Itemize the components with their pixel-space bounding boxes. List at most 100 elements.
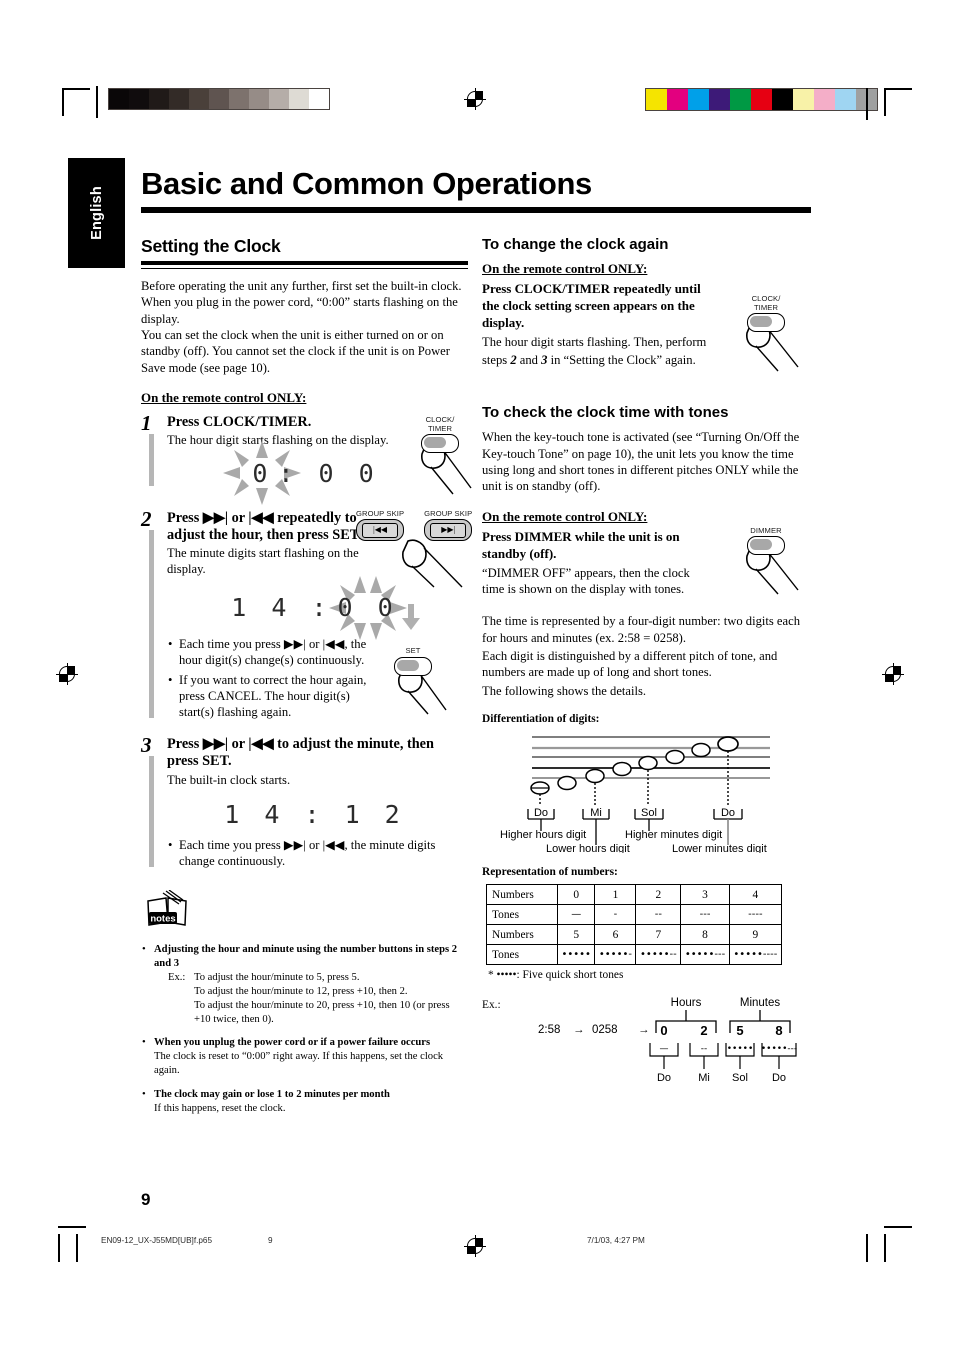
cell-number-0: 0 [556, 884, 596, 906]
example-tone-0: — [660, 1044, 669, 1054]
example-digit-2: 5 [736, 1023, 743, 1038]
cell-tone-3: --- [680, 904, 730, 926]
cell-number-5: 5 [556, 924, 596, 946]
color-swatch-2 [688, 89, 709, 110]
group-skip-back-group: GROUP SKIP |◀◀ [356, 509, 405, 542]
cell-tone-2: -- [635, 904, 682, 926]
gray-swatch-8 [269, 89, 289, 109]
note-1-example-text-3: To adjust the hour/minute to 20, press +… [194, 1000, 450, 1026]
gray-swatch-3 [169, 89, 189, 109]
skip-forward-button[interactable]: ▶▶| [424, 519, 473, 542]
sec1-body-1: The hour digit starts flashing. Then, pe… [482, 334, 707, 349]
note-3-heading: The clock may gain or lose 1 to 2 minute… [154, 1088, 390, 1100]
group-skip-forward-group: GROUP SKIP ▶▶| [424, 509, 473, 542]
page-title: Basic and Common Operations [141, 166, 592, 201]
registration-mark-right [882, 663, 904, 685]
set-button[interactable] [394, 656, 432, 676]
notes-icon: notes [147, 889, 187, 926]
table-row-tones-1: Tones — - -- --- ---- [486, 904, 783, 926]
step-2-title: Press ▶▶| or |◀◀ repeatedly to adjust th… [167, 510, 385, 545]
example-time: 2:58 [538, 1024, 560, 1036]
clock-timer-button-caption: CLOCK/TIMER [425, 415, 455, 433]
example-note-3: Do [772, 1072, 786, 1084]
cell-number-7: 7 [635, 924, 682, 946]
color-swatch-7 [793, 89, 814, 110]
diagram-title-differentiation: Differentiation of digits: [482, 713, 600, 726]
grayscale-swatch-bar [108, 88, 330, 110]
right-column: To change the clock again On the remote … [482, 236, 812, 1089]
example-digit-3: 8 [775, 1023, 782, 1038]
digit-label-higher-hours: Higher hours digit [500, 829, 586, 841]
note-1-example-text-2: To adjust the hour/minute to 12, press +… [194, 986, 408, 998]
clock-timer-button-sec1[interactable] [747, 313, 785, 332]
step-2-title-part-2: or [228, 509, 249, 526]
note-1-example-spacer-2 [168, 985, 194, 999]
note-item-1: Adjusting the hour and minute using the … [141, 943, 468, 1027]
footer-page-number: 9 [268, 1236, 273, 1245]
pitch-diagram: Do Mi Sol Do Higher hours digit Higher m… [488, 731, 812, 858]
step-3-number: 3 [141, 732, 152, 757]
example-digit-0: 0 [660, 1023, 667, 1038]
cell-tone-6: •••••- [594, 944, 637, 966]
cell-number-4: 4 [728, 884, 783, 906]
sec1-body-2-post: in “Setting the Clock” again. [547, 353, 696, 368]
note-1-example-spacer-3 [168, 999, 194, 1027]
cell-tone-0: — [556, 904, 596, 926]
example-tone-2: ••••• [727, 1044, 754, 1054]
skip-back-glyph-inline: |◀◀ [248, 509, 274, 526]
example-tone-1: -- [701, 1044, 708, 1054]
example-group-hours: Hours [671, 997, 702, 1009]
table-row-numbers-1: Numbers 0 1 2 3 4 [486, 884, 783, 906]
gray-swatch-6 [229, 89, 249, 109]
cell-number-8: 8 [680, 924, 730, 946]
skip-forward-icon: ▶▶| [430, 522, 467, 538]
numbers-tones-table: Numbers 0 1 2 3 4 Tones — - -- --- ---- … [486, 884, 783, 966]
row-label-numbers-2: Numbers [486, 924, 558, 946]
gray-swatch-9 [289, 89, 309, 109]
step-2-bullet-1: Each time you press ▶▶| or |◀◀, the hour… [167, 636, 381, 668]
step-1: 1 Press CLOCK/TIMER. The hour digit star… [141, 411, 472, 506]
cell-tone-1: - [594, 904, 637, 926]
pitch-label-mi: Mi [590, 807, 602, 819]
lcd-time-digits-step3: 1 4 : 1 2 [224, 799, 405, 829]
clock-timer-button-caption-sec1: CLOCK/TIMER [751, 294, 781, 312]
color-swatch-bar [645, 88, 878, 111]
dimmer-button-art: DIMMER [730, 525, 802, 602]
set-button-group: SET [384, 647, 447, 721]
note-1-examples: Ex.: To adjust the hour/minute to 5, pre… [168, 971, 468, 1027]
pressing-finger-illustration [402, 539, 463, 588]
dimmer-button-caption: DIMMER [750, 525, 782, 535]
dimmer-button[interactable] [747, 536, 785, 556]
cell-tone-9: •••••---- [728, 944, 783, 966]
example-digits-code: 0258 [592, 1024, 618, 1036]
step-2-description-text: The minute digits start flashing on the … [167, 546, 359, 577]
section-rule-thin [141, 268, 468, 269]
note-1-example-line-1: Ex.: To adjust the hour/minute to 5, pre… [168, 971, 468, 985]
color-swatch-6 [772, 89, 793, 110]
example-arrow-1: → [573, 1024, 585, 1036]
row-label-numbers-1: Numbers [486, 884, 558, 906]
sec2-bold-instruction: Press DIMMER while the unit is on standb… [482, 528, 680, 561]
clock-timer-button[interactable] [421, 434, 459, 454]
note-1-example-line-2: To adjust the hour/minute to 12, press +… [168, 985, 468, 999]
skip-back-button[interactable]: |◀◀ [356, 519, 405, 542]
note-1-example-text-1: To adjust the hour/minute to 5, press 5. [194, 972, 360, 983]
manual-page: English Basic and Common Operations Sett… [0, 0, 954, 1351]
pitch-label-do-2: Do [721, 807, 735, 819]
cell-number-6: 6 [594, 924, 637, 946]
example-note-1: Mi [698, 1072, 710, 1084]
digit-label-higher-minutes: Higher minutes digit [625, 829, 722, 841]
cell-tone-5: ••••• [556, 944, 596, 966]
gray-swatch-4 [189, 89, 209, 109]
note-item-3: The clock may gain or lose 1 to 2 minute… [141, 1088, 468, 1116]
step-2-bullets: Each time you press ▶▶| or |◀◀, the hour… [167, 636, 381, 720]
step-3-title: Press ▶▶| or |◀◀ to adjust the minute, t… [167, 735, 434, 770]
sec2-body-3b: Each digit is distinguished by a differe… [482, 649, 778, 680]
flashing-minute-digits-wrap: 0 0 [328, 575, 407, 640]
lcd-static-digits-step2: 1 4 : [231, 593, 332, 623]
clock-timer-button-art-sec1: CLOCK/TIMER [730, 294, 802, 378]
row-label-tones-2: Tones [486, 944, 558, 966]
digit-label-lower-minutes: Lower minutes digit [672, 843, 767, 853]
note-1-example-line-3: To adjust the hour/minute to 20, press +… [168, 999, 468, 1027]
color-swatch-3 [709, 89, 730, 110]
